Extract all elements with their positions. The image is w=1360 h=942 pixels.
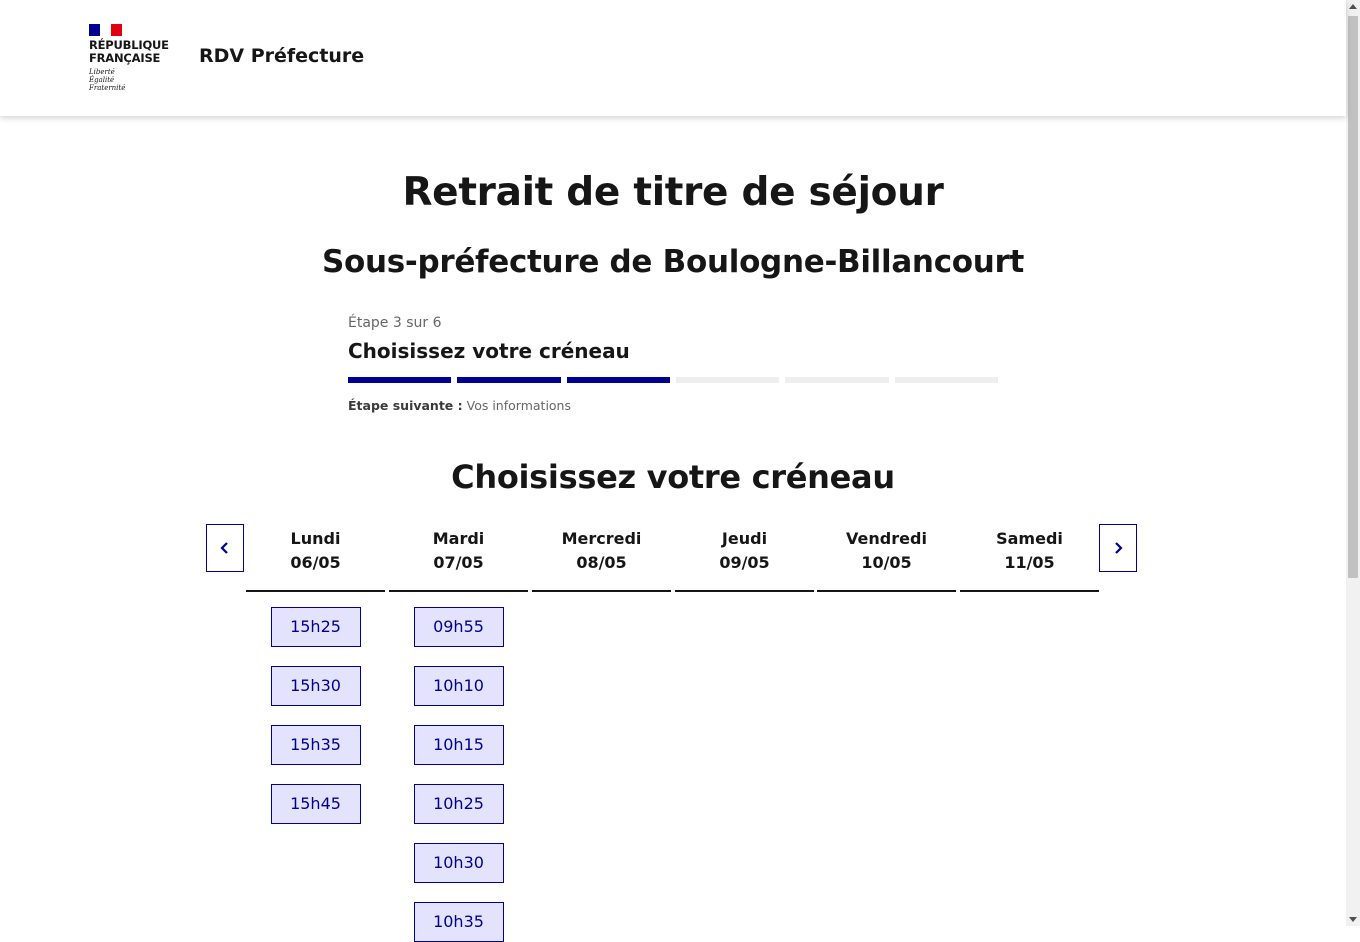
- next-step-label: Étape suivante :: [348, 398, 463, 413]
- day-column: Jeudi 09/05: [675, 524, 814, 607]
- day-name: Samedi: [996, 529, 1063, 548]
- day-column: Vendredi 10/05: [817, 524, 956, 607]
- stepper-next-step: Étape suivante : Vos informations: [348, 398, 998, 413]
- time-slot-button[interactable]: 10h35: [413, 902, 504, 942]
- time-slot-button[interactable]: 10h15: [413, 725, 504, 765]
- time-slot-button[interactable]: 10h25: [413, 784, 504, 824]
- stepper-segment: [894, 377, 998, 383]
- republique-francaise-logo[interactable]: RÉPUBLIQUE FRANÇAISE Liberté Égalité Fra…: [89, 24, 179, 92]
- next-step-value: Vos informations: [466, 398, 571, 413]
- stepper-segment: [348, 377, 452, 383]
- day-date: 09/05: [719, 553, 770, 572]
- stepper-state: Étape 3 sur 6: [348, 315, 442, 331]
- day-name: Mercredi: [561, 529, 642, 548]
- scroll-up-arrow-icon[interactable]: [1349, 4, 1357, 9]
- day-column: Mercredi 08/05: [532, 524, 671, 607]
- day-date: 08/05: [576, 553, 627, 572]
- day-column: Samedi 11/05: [960, 524, 1099, 607]
- calendar-title: Choisissez votre créneau: [451, 458, 895, 496]
- day-column: Lundi 06/05 15h25 15h30 15h35 15h45: [246, 524, 385, 824]
- page-title: Retrait de titre de séjour: [402, 170, 944, 215]
- day-header: Vendredi 10/05: [817, 524, 956, 592]
- stepper-segment: [785, 377, 889, 383]
- day-date: 11/05: [1004, 553, 1055, 572]
- day-date: 06/05: [290, 553, 341, 572]
- time-slot-list: [960, 592, 1099, 607]
- time-slot-list: [675, 592, 814, 607]
- vertical-scrollbar[interactable]: [1346, 0, 1360, 926]
- motto-line-1: Liberté: [89, 68, 115, 76]
- motto-line-2: Égalité: [89, 76, 115, 84]
- scrollbar-thumb[interactable]: [1348, 16, 1358, 578]
- day-header: Jeudi 09/05: [675, 524, 814, 592]
- logo-motto: Liberté Égalité Fraternité: [89, 68, 179, 92]
- time-slot-list: [532, 592, 671, 607]
- french-flag-icon: [89, 24, 122, 36]
- stepper-segment: [457, 377, 561, 383]
- stepper-progress: [348, 377, 998, 383]
- time-slot-list: 15h25 15h30 15h35 15h45: [246, 592, 385, 824]
- stepper-segment: [675, 377, 780, 383]
- time-slot-button[interactable]: 10h10: [413, 666, 504, 706]
- day-name: Vendredi: [846, 529, 927, 548]
- motto-line-3: Fraternité: [89, 84, 126, 92]
- day-header: Mardi 07/05: [389, 524, 528, 592]
- site-header: RÉPUBLIQUE FRANÇAISE Liberté Égalité Fra…: [0, 0, 1346, 116]
- time-slot-button[interactable]: 15h30: [270, 666, 361, 706]
- time-slot-button[interactable]: 10h30: [413, 843, 504, 883]
- time-slot-list: [817, 592, 956, 607]
- stepper: Étape 3 sur 6 Choisissez votre créneau É…: [348, 315, 998, 413]
- day-column: Mardi 07/05 09h55 10h10 10h15 10h25 10h30 10h35: [389, 524, 528, 942]
- day-date: 10/05: [861, 553, 912, 572]
- previous-days-button[interactable]: [206, 524, 244, 572]
- chevron-right-icon: [1115, 542, 1123, 554]
- next-days-button[interactable]: [1099, 524, 1137, 572]
- page-subtitle: Sous-préfecture de Boulogne-Billancourt: [321, 244, 1025, 280]
- time-slot-button[interactable]: 15h45: [270, 784, 361, 824]
- day-header: Samedi 11/05: [960, 524, 1099, 592]
- time-slot-button[interactable]: 15h25: [270, 607, 361, 647]
- time-slot-list: 09h55 10h10 10h15 10h25 10h30 10h35: [389, 592, 528, 942]
- day-header: Mercredi 08/05: [532, 524, 671, 592]
- time-slot-button[interactable]: 15h35: [270, 725, 361, 765]
- logo-line-2: FRANÇAISE: [89, 51, 161, 65]
- scroll-down-arrow-icon[interactable]: [1349, 917, 1357, 922]
- stepper-title: Choisissez votre créneau: [348, 339, 630, 363]
- logo-text: RÉPUBLIQUE FRANÇAISE: [89, 39, 179, 65]
- chevron-left-icon: [220, 542, 228, 554]
- day-name: Jeudi: [721, 529, 768, 548]
- day-name: Lundi: [290, 529, 341, 548]
- day-name: Mardi: [432, 529, 485, 548]
- service-title[interactable]: RDV Préfecture: [199, 45, 364, 67]
- day-date: 07/05: [433, 553, 484, 572]
- stepper-segment: [566, 377, 670, 383]
- day-header: Lundi 06/05: [246, 524, 385, 592]
- time-slot-button[interactable]: 09h55: [413, 607, 504, 647]
